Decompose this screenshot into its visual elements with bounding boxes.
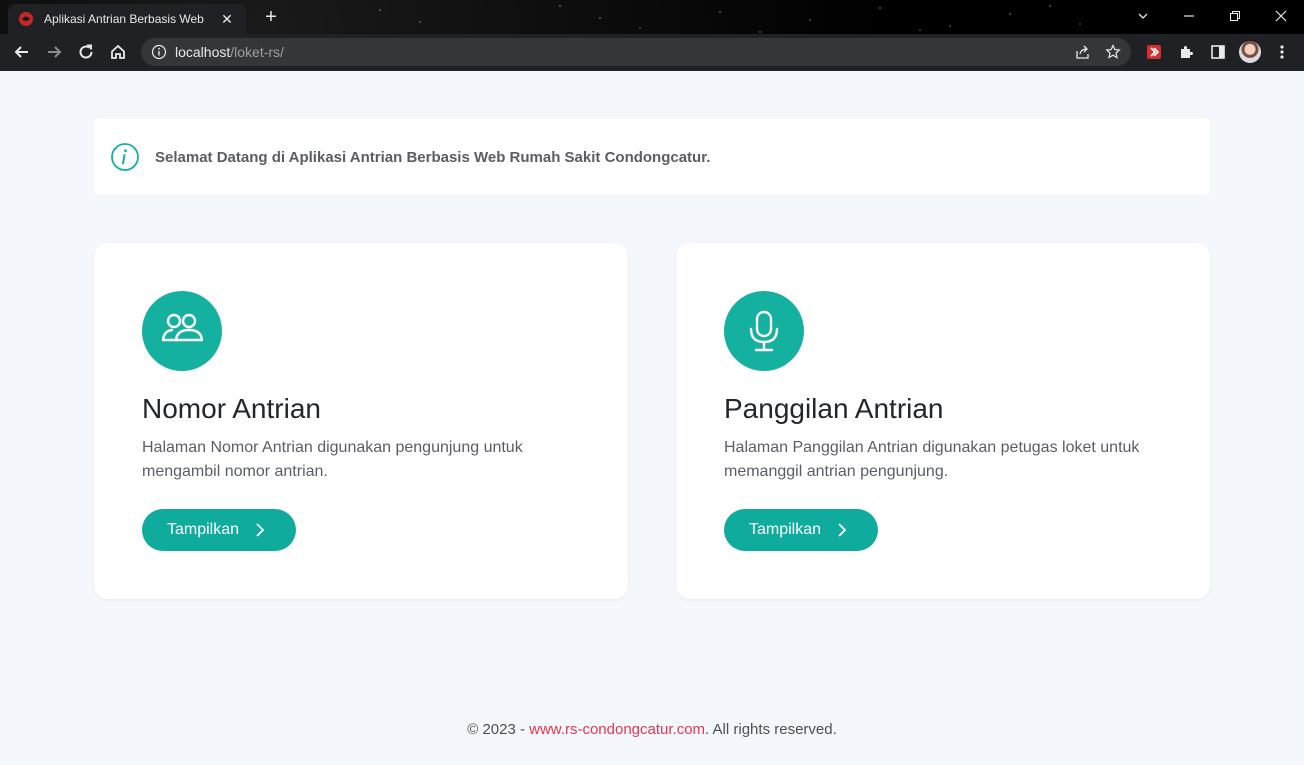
tab-search-icon[interactable] <box>1120 0 1166 32</box>
side-panel-icon[interactable] <box>1206 38 1230 66</box>
chevron-right-icon <box>252 522 268 538</box>
card-description: Halaman Panggilan Antrian digunakan petu… <box>724 439 1140 480</box>
window-controls <box>1120 0 1304 32</box>
back-icon[interactable] <box>8 38 36 66</box>
card-panggilan-antrian: Panggilan Antrian Halaman Panggilan Antr… <box>676 243 1210 599</box>
microphone-icon <box>724 291 804 371</box>
home-icon[interactable] <box>104 38 132 66</box>
profile-avatar[interactable] <box>1238 38 1262 66</box>
card-title: Nomor Antrian <box>142 393 321 424</box>
restore-icon[interactable] <box>1212 0 1258 32</box>
site-info-icon[interactable] <box>151 44 167 60</box>
button-label: Tampilkan <box>749 521 822 538</box>
footer-site-link[interactable]: www.rs-condongcatur.com <box>529 721 705 738</box>
bookmark-star-icon[interactable] <box>1103 42 1123 62</box>
forward-icon[interactable] <box>40 38 68 66</box>
card-description: Halaman Nomor Antrian digunakan pengunju… <box>142 439 523 480</box>
button-label: Tampilkan <box>167 521 240 538</box>
alert-text: Selamat Datang di Aplikasi Antrian Berba… <box>155 148 711 166</box>
footer: © 2023 - www.rs-condongcatur.com. All ri… <box>0 721 1304 738</box>
tampilkan-panggilan-button[interactable]: Tampilkan <box>724 509 878 551</box>
url-host: localhost <box>175 44 231 60</box>
tampilkan-nomor-button[interactable]: Tampilkan <box>142 509 296 551</box>
address-bar[interactable]: localhost/loket-rs/ <box>141 38 1131 66</box>
reload-icon[interactable] <box>72 38 100 66</box>
extensions-area <box>1142 38 1294 66</box>
minimize-icon[interactable] <box>1166 0 1212 32</box>
browser-chrome: Aplikasi Antrian Berbasis Web ✕ + localh… <box>0 0 1304 71</box>
info-icon <box>110 142 140 172</box>
card-title: Panggilan Antrian <box>724 393 944 424</box>
share-icon[interactable] <box>1073 42 1093 62</box>
welcome-alert: Selamat Datang di Aplikasi Antrian Berba… <box>94 119 1210 195</box>
footer-prefix: © 2023 - <box>467 721 530 738</box>
extension-red-icon[interactable] <box>1142 38 1166 66</box>
tab-title: Aplikasi Antrian Berbasis Web <box>44 12 204 26</box>
footer-suffix: . All rights reserved. <box>705 721 837 738</box>
chevron-right-icon <box>834 522 850 538</box>
tab-close-icon[interactable]: ✕ <box>218 11 236 28</box>
browser-toolbar: localhost/loket-rs/ <box>0 34 1304 71</box>
url-path: /loket-rs/ <box>230 44 284 60</box>
avatar <box>1239 41 1261 63</box>
card-nomor-antrian: Nomor Antrian Halaman Nomor Antrian digu… <box>94 243 628 599</box>
new-tab-icon[interactable]: + <box>260 6 282 28</box>
extensions-puzzle-icon[interactable] <box>1174 38 1198 66</box>
users-icon <box>142 291 222 371</box>
omnibox-actions <box>1073 42 1123 62</box>
browser-menu-icon[interactable] <box>1270 38 1294 66</box>
browser-tab[interactable]: Aplikasi Antrian Berbasis Web ✕ <box>8 4 246 34</box>
favicon-icon <box>18 11 34 27</box>
close-window-icon[interactable] <box>1258 0 1304 32</box>
